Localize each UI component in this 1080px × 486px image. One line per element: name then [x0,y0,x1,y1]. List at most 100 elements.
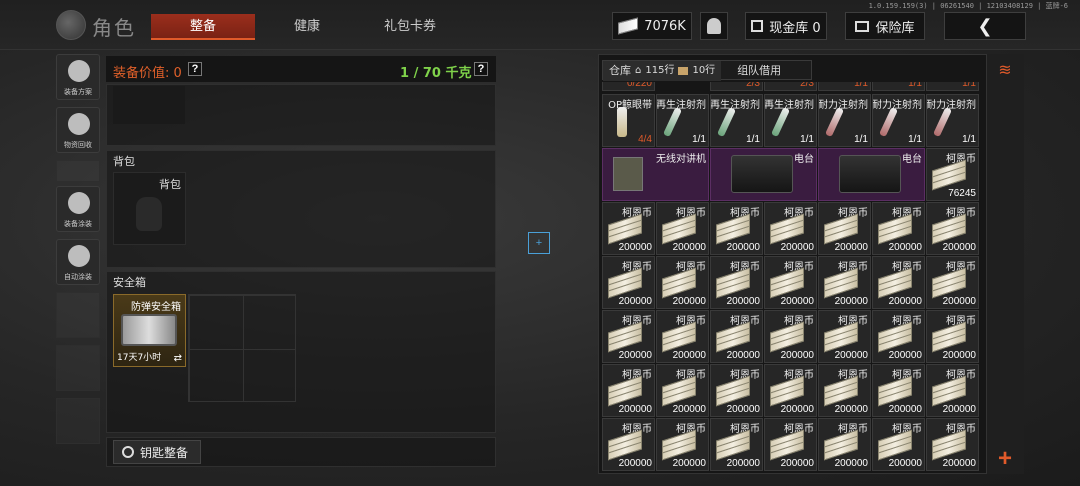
cash-stack-icon [824,321,860,353]
warehouse-item-station[interactable]: 电台 [710,148,817,201]
cash-stack-icon [608,213,644,245]
warehouse-item[interactable]: 耐力注射剂 1/1 [926,94,979,147]
warehouse-item-coin[interactable]: 柯恩币 200000 [656,364,709,417]
warehouse-item[interactable]: 0/220 [602,82,655,91]
item-quantity: 200000 [726,242,760,253]
warehouse-item-coin[interactable]: 柯恩币 200000 [602,256,655,309]
warehouse-item-coin[interactable]: 柯恩币 200000 [818,364,871,417]
item-name: 再生注射剂 [710,100,760,111]
warehouse-item-coin[interactable]: 柯恩币 200000 [926,418,979,471]
swap-icon[interactable]: ⇄ [174,353,182,364]
cash-stack-icon [878,267,914,299]
warehouse-item[interactable]: 2/3 [764,82,817,91]
warehouse-item[interactable]: 耐力注射剂 1/1 [818,94,871,147]
weight-help-button[interactable]: ? [474,62,488,76]
syringe-icon [716,106,737,138]
warehouse-item[interactable]: 1/1 [818,82,871,91]
keys-button[interactable]: 钥匙整备 [113,440,201,464]
warehouse-item-coin[interactable]: 柯恩币 200000 [602,418,655,471]
warehouse-item-coin[interactable]: 柯恩币 200000 [926,364,979,417]
warehouse-item[interactable]: OP鲸眼带 4/4 [602,94,655,147]
warehouse-item[interactable]: 再生注射剂 1/1 [710,94,763,147]
item-quantity: 1/1 [854,134,868,145]
warehouse-item-coin[interactable]: 柯恩币 200000 [818,202,871,255]
tab-gift-cards[interactable]: 礼包卡券 [358,14,462,40]
warehouse-item-coin[interactable]: 柯恩币 200000 [656,202,709,255]
tab-warehouse[interactable]: 仓库 ⌂ 115行 10行 [603,61,722,81]
warehouse-item-coin[interactable]: 柯恩币 200000 [602,202,655,255]
cash-stack-icon [878,375,914,407]
add-icon[interactable]: + [994,447,1016,471]
warehouse-item[interactable]: 耐力注射剂 1/1 [872,94,925,147]
warehouse-item-radio[interactable]: 无线对讲机 [602,148,709,201]
item-quantity: 1/1 [800,134,814,145]
warehouse-item-coin[interactable]: 柯恩币 200000 [764,364,817,417]
back-button[interactable]: ❮ [944,12,1026,40]
warehouse-item[interactable]: 2/3 [710,82,763,91]
money-value: 7076K [644,18,686,34]
warehouse-item[interactable]: 1/1 [926,82,979,91]
item-quantity: 200000 [780,350,814,361]
item-quantity: 200000 [942,404,976,415]
warehouse-item[interactable]: 再生注射剂 1/1 [764,94,817,147]
sort-icon[interactable]: ≋ [994,60,1016,80]
safebox-item[interactable]: 防弹安全箱 17天7小时 ⇄ [113,294,186,367]
safe-vault-button[interactable]: 保险库 [845,12,925,40]
warehouse-item-coin[interactable]: 柯恩币 200000 [872,418,925,471]
warehouse-item-coin[interactable]: 柯恩币 200000 [710,256,763,309]
warehouse-item-coin[interactable]: 柯恩币 200000 [656,418,709,471]
warehouse-item-coin[interactable]: 柯恩币 200000 [656,256,709,309]
warehouse-item-coin[interactable]: 柯恩币 200000 [764,202,817,255]
warehouse-item-coin[interactable]: 柯恩币 200000 [764,256,817,309]
loadout-button[interactable]: 装备方案 [56,54,100,100]
warehouse-item-coin[interactable]: 柯恩币 200000 [710,310,763,363]
warehouse-item-coin[interactable]: 柯恩币 200000 [926,202,979,255]
warehouse-item-coin[interactable]: 柯恩币 200000 [710,418,763,471]
item-quantity: 200000 [942,350,976,361]
warehouse-item-coin[interactable]: 柯恩币 200000 [872,202,925,255]
paint-button[interactable]: 装备涂装 [56,186,100,232]
cash-stack-icon [932,213,968,245]
transfer-marker-icon[interactable]: + [528,232,550,254]
cash-stack-icon [878,429,914,461]
warehouse-item-coin[interactable]: 柯恩币 200000 [818,418,871,471]
warehouse-item-station[interactable]: 电台 [818,148,925,201]
warehouse-item-coin[interactable]: 柯恩币 200000 [818,256,871,309]
warehouse-item-coin[interactable]: 柯恩币 200000 [656,310,709,363]
warehouse-item-coin[interactable]: 柯恩币 200000 [602,364,655,417]
tab-health[interactable]: 健康 [255,14,359,40]
warehouse-item-coin[interactable]: 柯恩币 200000 [872,256,925,309]
warehouse-tab-label: 仓库 [609,64,631,77]
tab-equip[interactable]: 整备 [151,14,255,40]
cash-stack-icon [932,429,968,461]
item-quantity: 200000 [672,242,706,253]
gear-slot[interactable] [113,86,185,124]
recycle-icon [68,113,90,135]
recycle-button[interactable]: 物资回收 [56,107,100,153]
warehouse-item-coin[interactable]: 柯恩币 200000 [710,202,763,255]
warehouse-item-coin[interactable]: 柯恩币 200000 [818,310,871,363]
warehouse-item-coin[interactable]: 柯恩币 200000 [764,418,817,471]
warehouse-item-coin[interactable]: 柯恩币 200000 [872,310,925,363]
backpack-slot[interactable]: 背包 [113,172,186,245]
warehouse-item-coin[interactable]: 柯恩币 200000 [602,310,655,363]
equip-value-help-button[interactable]: ? [188,62,202,76]
auto-paint-button[interactable]: 自动涂装 [56,239,100,285]
tab-team-borrow[interactable]: 组队借用 [731,61,787,81]
money-display[interactable]: 7076K [612,12,692,40]
warehouse-item-coin[interactable]: 柯恩币 200000 [926,256,979,309]
home-icon: ⌂ [635,65,642,76]
warehouse-item[interactable]: 1/1 [872,82,925,91]
warehouse-item-coin[interactable]: 柯恩币 200000 [764,310,817,363]
cash-vault-button[interactable]: 现金库 0 [745,12,827,40]
backpack-section-label: 背包 [113,155,135,168]
warehouse-item-coin[interactable]: 柯恩币 200000 [926,310,979,363]
item-quantity: 200000 [888,350,922,361]
warehouse-item-coin[interactable]: 柯恩币 76245 [926,148,979,201]
profile-button[interactable] [700,12,728,40]
warehouse-item-coin[interactable]: 柯恩币 200000 [872,364,925,417]
cash-stack-icon [662,321,698,353]
backpack-icon [136,197,162,231]
warehouse-item[interactable]: 再生注射剂 1/1 [656,94,709,147]
warehouse-item-coin[interactable]: 柯恩币 200000 [710,364,763,417]
